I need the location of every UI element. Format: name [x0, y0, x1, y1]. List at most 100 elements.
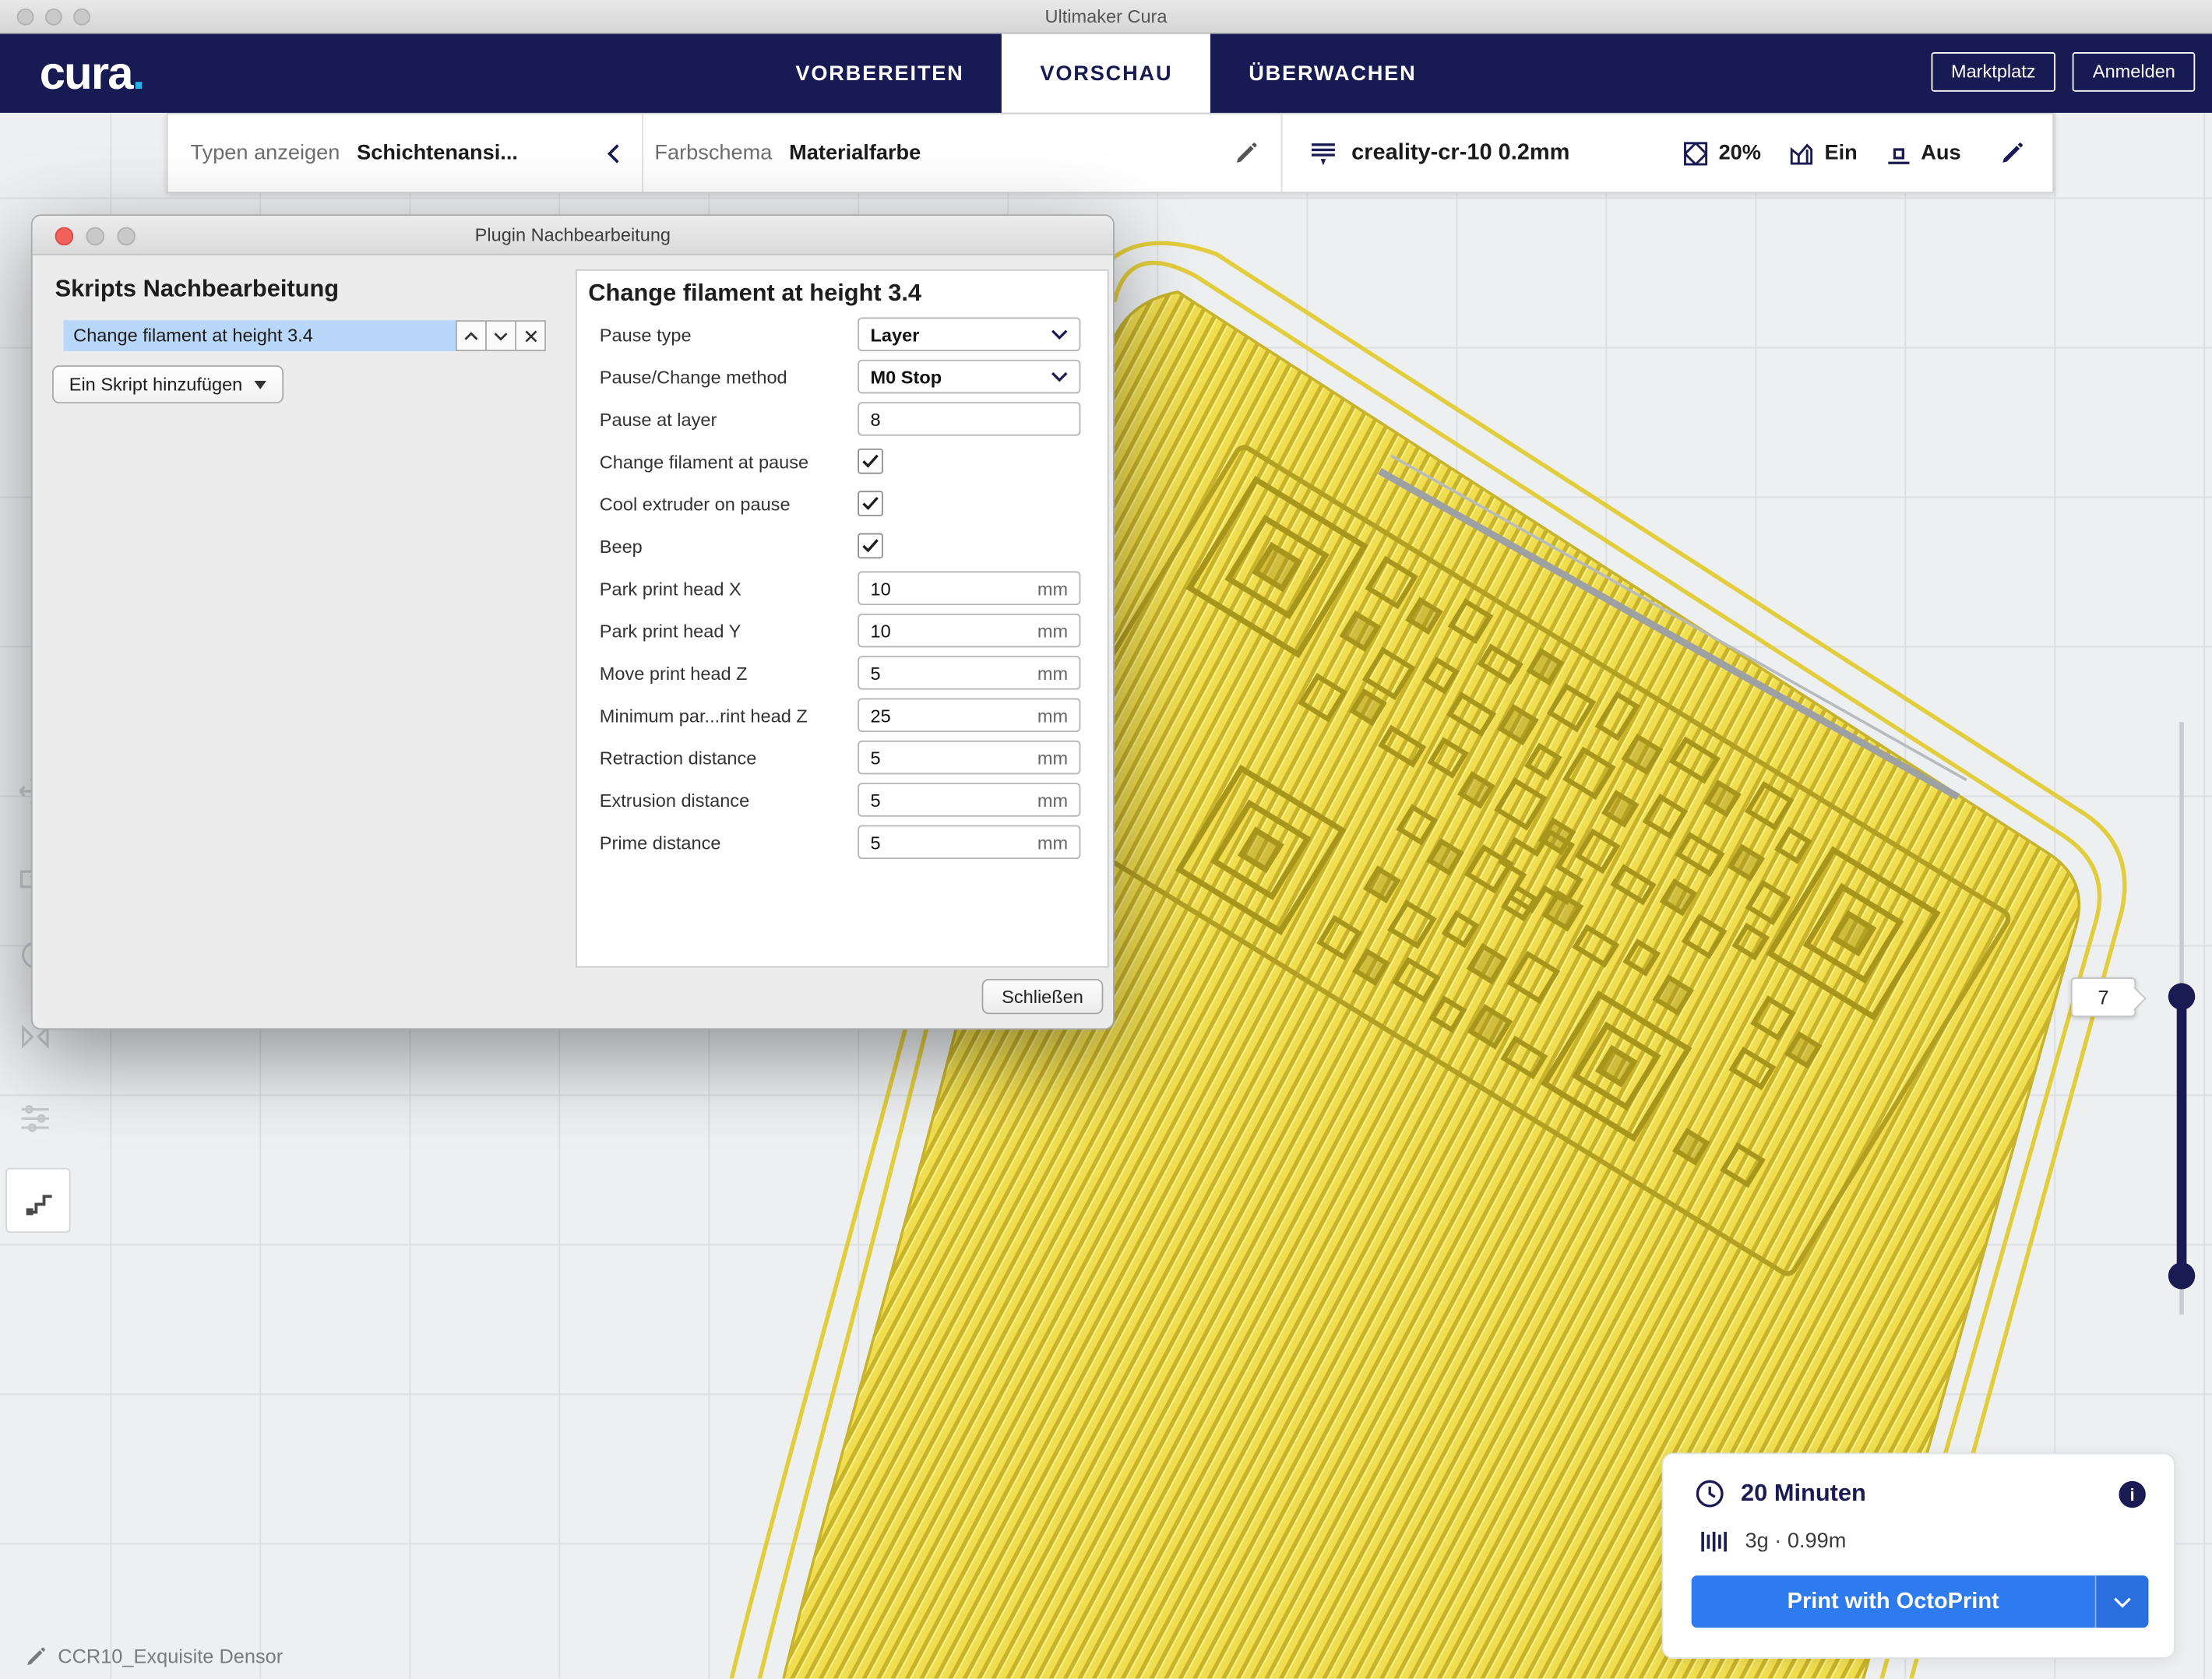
field-input[interactable]: 25mm [858, 699, 1080, 732]
field-checkbox[interactable] [858, 533, 883, 559]
field-input[interactable]: 5mm [858, 825, 1080, 859]
field-label: Extrusion distance [600, 789, 858, 810]
script-move-down-button[interactable] [485, 320, 516, 351]
model-name: CCR10_Exquisite Densor [58, 1645, 283, 1667]
view-type-label: Typen anzeigen [191, 141, 340, 165]
clock-icon [1694, 1478, 1725, 1509]
field-label: Move print head Z [600, 662, 858, 683]
field-row-8: Move print head Z5mm [577, 652, 1108, 694]
post-processing-dialog: Plugin Nachbearbeitung Skripts Nachbearb… [31, 214, 1115, 1030]
support-setting[interactable]: Ein [1789, 140, 1858, 166]
field-row-12: Prime distance5mm [577, 821, 1108, 863]
preview-toolbar: Typen anzeigen Schichtenansi... Farbsche… [167, 113, 2054, 193]
tab-monitor[interactable]: ÜBERWACHEN [1210, 33, 1454, 112]
infill-icon [1683, 140, 1709, 166]
infill-value: 20% [1719, 141, 1761, 165]
field-label: Park print head X [600, 578, 858, 599]
field-row-7: Park print head Y10mm [577, 609, 1108, 651]
view-type-value[interactable]: Schichtenansi... [357, 141, 518, 165]
edit-print-settings-icon[interactable] [2000, 141, 2024, 165]
field-row-11: Extrusion distance5mm [577, 779, 1108, 821]
printer-profile-icon [1308, 138, 1339, 169]
field-input[interactable]: 5mm [858, 741, 1080, 774]
add-script-button[interactable]: Ein Skript hinzufügen [52, 365, 284, 403]
field-row-9: Minimum par...rint head Z25mm [577, 694, 1108, 736]
field-label: Prime distance [600, 832, 858, 853]
field-row-0: Pause typeLayer [577, 313, 1108, 355]
infill-setting[interactable]: 20% [1683, 140, 1761, 166]
field-input[interactable]: 5mm [858, 783, 1080, 816]
field-label: Minimum par...rint head Z [600, 705, 858, 726]
support-value: Ein [1824, 141, 1857, 165]
print-with-octoprint-button[interactable]: Print with OctoPrint [1692, 1575, 2149, 1628]
field-input[interactable]: 10mm [858, 572, 1080, 605]
script-remove-button[interactable] [515, 320, 546, 351]
app-header: cura. VORBEREITEN VORSCHAU ÜBERWACHEN Ma… [0, 33, 2212, 112]
field-label: Pause at layer [600, 408, 858, 429]
edit-color-scheme-icon[interactable] [1235, 141, 1259, 165]
field-label: Retraction distance [600, 747, 858, 768]
field-row-5: Beep [577, 525, 1108, 567]
stage-tabs: VORBEREITEN VORSCHAU ÜBERWACHEN [758, 33, 1455, 112]
field-row-1: Pause/Change methodM0 Stop [577, 355, 1108, 397]
printer-profile-value[interactable]: creality-cr-10 0.2mm [1351, 140, 1569, 166]
script-settings-heading: Change filament at height 3.4 [577, 271, 1108, 313]
field-label: Beep [600, 535, 858, 556]
field-row-2: Pause at layer8 [577, 398, 1108, 440]
dialog-close-action-button[interactable]: Schließen [982, 979, 1104, 1014]
field-select[interactable]: Layer [858, 318, 1080, 351]
field-row-10: Retraction distance5mm [577, 736, 1108, 778]
field-row-4: Cool extruder on pause [577, 482, 1108, 524]
dialog-title: Plugin Nachbearbeitung [33, 216, 1113, 255]
field-label: Change filament at pause [600, 451, 858, 472]
tab-prepare[interactable]: VORBEREITEN [758, 33, 1002, 112]
field-label: Pause/Change method [600, 366, 858, 387]
tab-preview[interactable]: VORSCHAU [1002, 33, 1211, 112]
print-time: 20 Minuten [1741, 1480, 1866, 1508]
adhesion-setting[interactable]: Aus [1886, 140, 1961, 166]
edit-model-icon[interactable] [26, 1646, 47, 1667]
per-model-settings-icon[interactable] [9, 1092, 62, 1146]
layer-slider-upper-handle[interactable] [2168, 983, 2195, 1009]
signin-button[interactable]: Anmelden [2073, 52, 2196, 92]
field-label: Pause type [600, 324, 858, 345]
info-icon[interactable]: i [2119, 1481, 2145, 1508]
field-input[interactable]: 10mm [858, 614, 1080, 647]
field-row-6: Park print head X10mm [577, 567, 1108, 609]
dropdown-caret-icon [254, 380, 266, 389]
field-select[interactable]: M0 Stop [858, 360, 1080, 393]
color-scheme-label: Farbschema [654, 141, 772, 165]
color-scheme-value[interactable]: Materialfarbe [789, 141, 921, 165]
object-list-button[interactable] [5, 1168, 70, 1233]
script-list-row: Change filament at height 3.4 [64, 320, 546, 351]
print-info-card: 20 Minuten i 3g · 0.99m Print with OctoP… [1662, 1453, 2175, 1659]
layer-slider-range[interactable] [2177, 998, 2187, 1277]
material-icon [1700, 1529, 1728, 1552]
layer-number-tag: 7 [2071, 977, 2136, 1017]
cura-logo: cura. [40, 47, 144, 100]
dialog-fields: Pause typeLayerPause/Change methodM0 Sto… [577, 313, 1108, 863]
window-title: Ultimaker Cura [0, 0, 2212, 33]
field-label: Cool extruder on pause [600, 493, 858, 514]
logo-dot: . [132, 47, 144, 99]
collapse-left-icon[interactable] [605, 142, 622, 164]
selected-script-item[interactable]: Change filament at height 3.4 [64, 320, 457, 351]
field-checkbox[interactable] [858, 491, 883, 516]
field-input[interactable]: 5mm [858, 656, 1080, 689]
print-options-caret[interactable] [2095, 1575, 2149, 1628]
layer-slider-lower-handle[interactable] [2168, 1262, 2195, 1289]
adhesion-icon [1886, 140, 1911, 166]
script-move-up-button[interactable] [456, 320, 487, 351]
field-label: Park print head Y [600, 620, 858, 641]
material-usage: 3g · 0.99m [1745, 1529, 1846, 1553]
scripts-heading: Skripts Nachbearbeitung [55, 275, 339, 303]
support-icon [1789, 140, 1815, 166]
field-checkbox[interactable] [858, 449, 883, 474]
dialog-titlebar[interactable]: Plugin Nachbearbeitung [33, 216, 1113, 255]
script-settings-panel: Change filament at height 3.4 Pause type… [576, 269, 1109, 968]
field-input[interactable]: 8 [858, 402, 1080, 435]
macos-titlebar: Ultimaker Cura [0, 0, 2212, 33]
adhesion-value: Aus [1921, 141, 1960, 165]
field-row-3: Change filament at pause [577, 440, 1108, 482]
marketplace-button[interactable]: Marktplatz [1932, 52, 2055, 92]
